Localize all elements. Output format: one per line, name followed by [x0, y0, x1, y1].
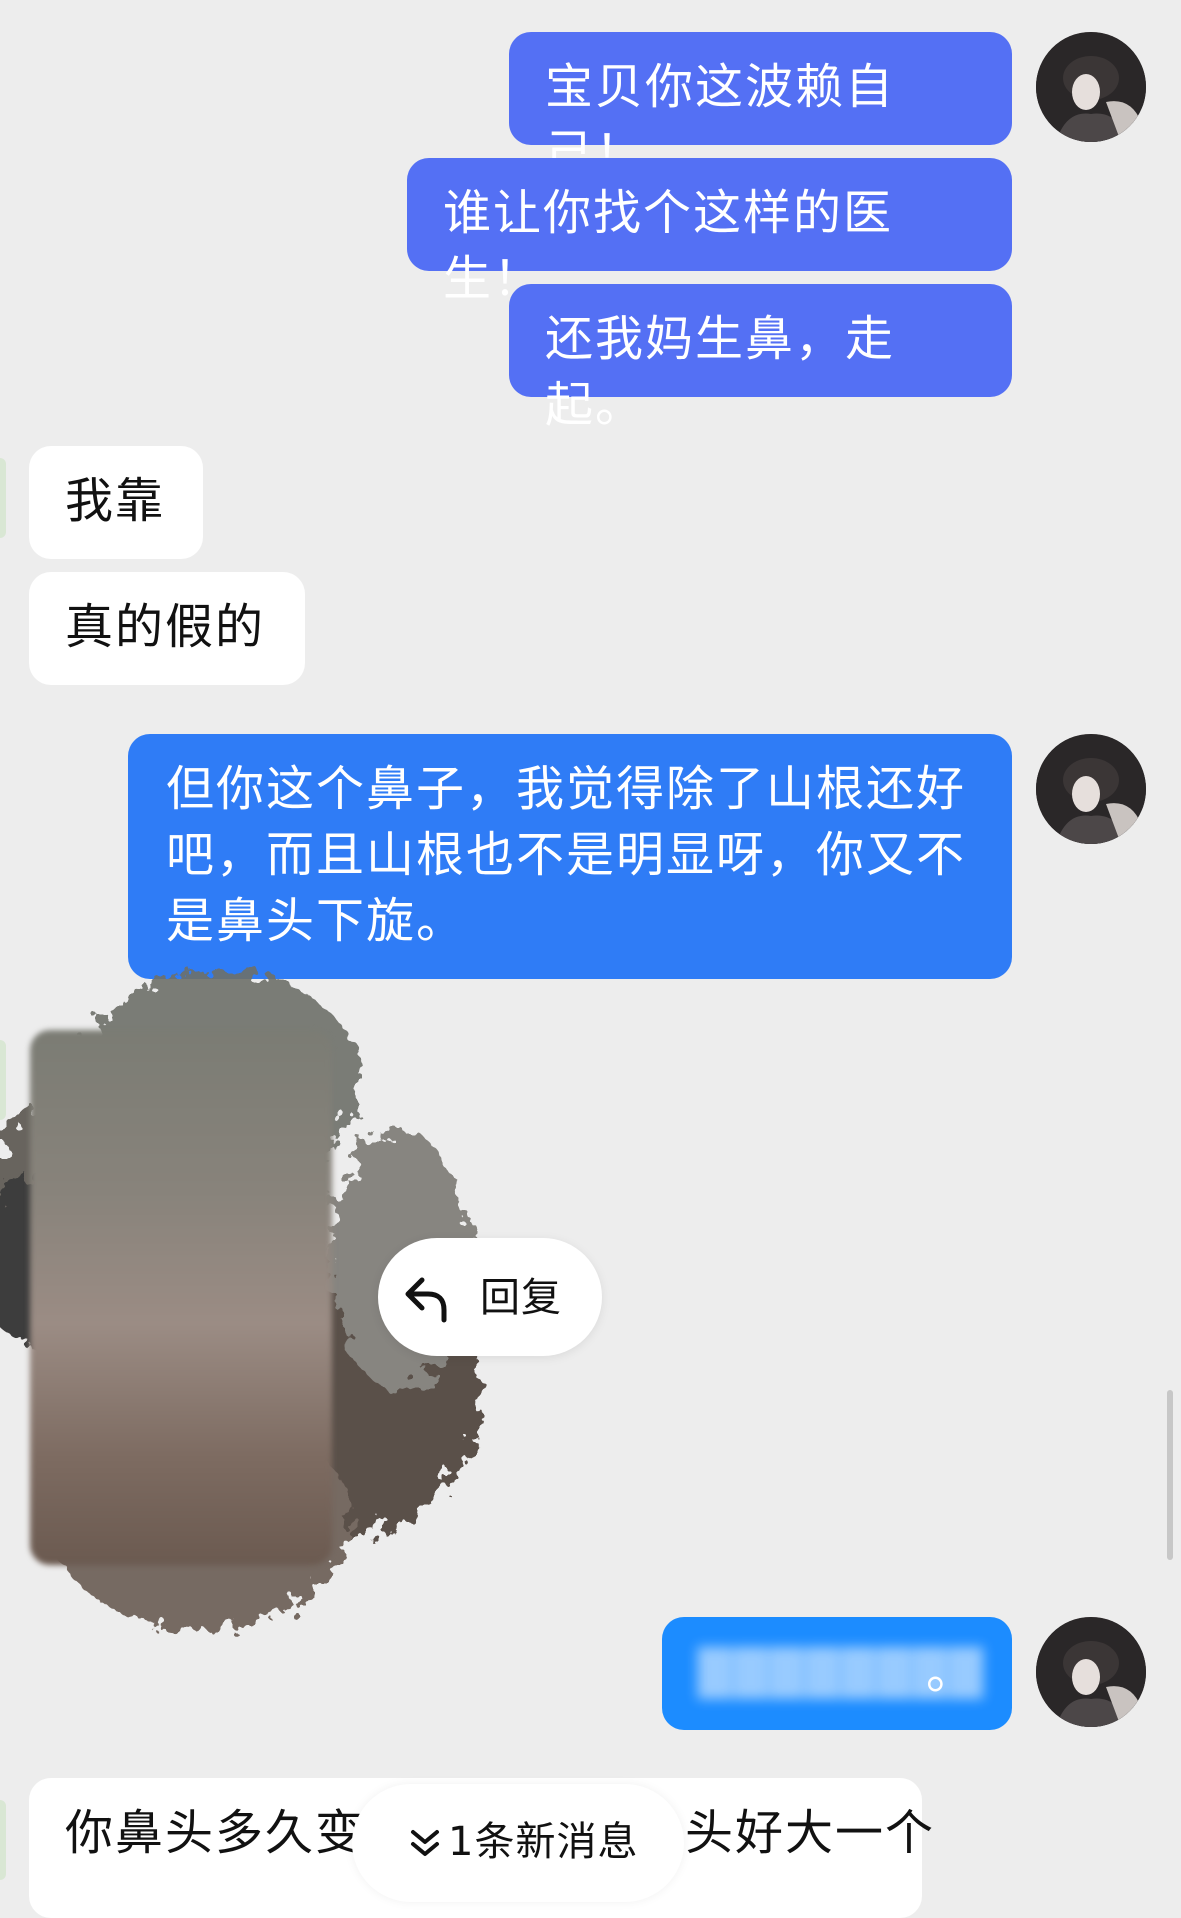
outgoing-message-bubble[interactable]: 还我妈生鼻，走起。 — [509, 284, 1012, 433]
message-text: 真的假的 — [65, 599, 266, 655]
outgoing-message-bubble[interactable]: ████████ 。 — [662, 1617, 1012, 1730]
message-text: 还我妈生鼻，走起。 — [545, 311, 896, 433]
outgoing-message-bubble[interactable]: 谁让你找个这样的医生！ — [407, 158, 1012, 307]
chat-view: 宝贝你这波赖自己！ 谁让你找个这样的医生！ 还我妈生鼻，走起。 我靠 真的假的 … — [0, 0, 1181, 1918]
reply-arrow-icon — [405, 1277, 447, 1323]
user-avatar[interactable] — [1036, 734, 1146, 844]
message-text-continuation: 头好大一个 — [685, 1805, 936, 1861]
new-messages-label: 1条新消息 — [448, 1819, 639, 1865]
message-text: 我靠 — [65, 473, 166, 529]
incoming-message-bubble[interactable]: 我靠 — [29, 446, 203, 559]
incoming-message-bubble[interactable]: 真的假的 — [29, 572, 305, 685]
user-avatar[interactable] — [1036, 32, 1146, 142]
contact-avatar-edge — [0, 458, 6, 538]
scrollbar-thumb[interactable] — [1167, 1390, 1173, 1560]
outgoing-message-bubble[interactable]: 宝贝你这波赖自己！ — [509, 32, 1012, 181]
image-message[interactable] — [30, 1030, 332, 1565]
double-chevron-down-icon — [411, 1830, 439, 1856]
message-text: 你鼻头多久变 — [65, 1805, 366, 1861]
avatar-image — [1036, 32, 1146, 142]
contact-avatar-edge — [0, 1800, 6, 1880]
outgoing-message-bubble[interactable]: 但你这个鼻子，我觉得除了山根还好吧，而且山根也不是明显呀，你又不是鼻头下旋。 — [128, 734, 1012, 979]
reply-button[interactable]: 回复 — [378, 1238, 602, 1356]
reply-label: 回复 — [480, 1275, 562, 1321]
new-messages-button[interactable]: 1条新消息 — [352, 1784, 684, 1902]
message-text: 但你这个鼻子，我觉得除了山根还好吧，而且山根也不是明显呀，你又不是鼻头下旋。 — [166, 761, 967, 949]
avatar-image — [1036, 734, 1146, 844]
avatar-image — [1036, 1617, 1146, 1727]
user-avatar[interactable] — [1036, 1617, 1146, 1727]
message-text: 。 — [925, 1644, 976, 1700]
